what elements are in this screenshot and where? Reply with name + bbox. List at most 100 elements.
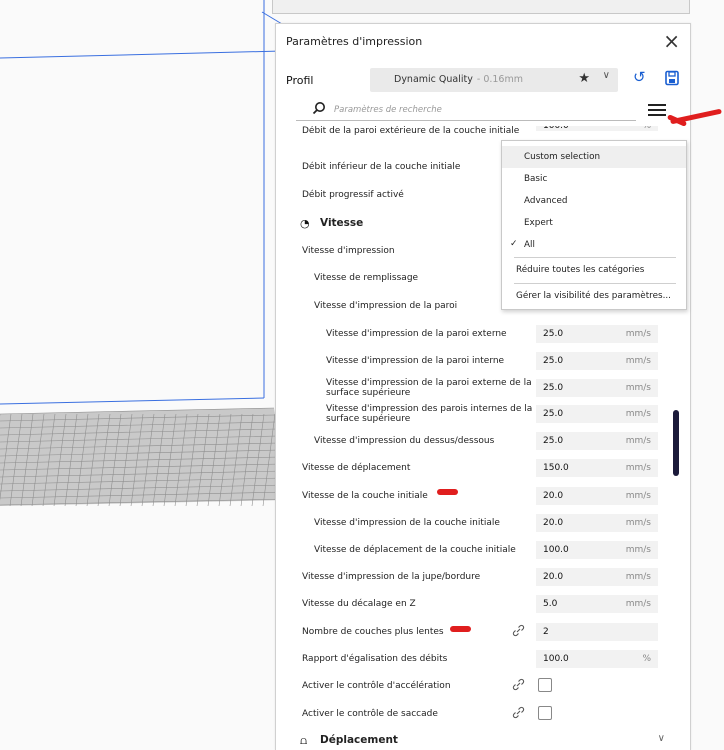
setting-label: Vitesse d'impression de la jupe/bordure: [302, 571, 481, 582]
dropdown-item-label: Gérer la visibilité des paramètres...: [516, 291, 671, 301]
setting-checkbox[interactable]: [538, 706, 552, 720]
setting-label: Vitesse d'impression de la paroi externe…: [326, 377, 532, 398]
setting-row[interactable]: Vitesse d'impression de la paroi externe…: [276, 374, 671, 401]
setting-row[interactable]: Vitesse d'impression des parois internes…: [276, 400, 671, 427]
setting-row[interactable]: Vitesse d'impression de la jupe/bordure 2…: [276, 563, 671, 590]
panel-title: Paramètres d'impression: [286, 35, 423, 48]
setting-row[interactable]: Vitesse d'impression de la paroi externe…: [276, 320, 671, 347]
setting-value-field[interactable]: 100.0%: [536, 650, 658, 668]
dropdown-item[interactable]: Advanced: [502, 190, 686, 212]
profile-name: Dynamic Quality - 0.16mm: [394, 74, 523, 85]
reset-icon[interactable]: ↺: [633, 68, 651, 88]
setting-unit: %: [642, 654, 651, 664]
save-icon[interactable]: [665, 70, 679, 86]
setting-label: Débit inférieur de la couche initiale: [302, 161, 461, 172]
dropdown-separator: [514, 257, 676, 258]
setting-value-field[interactable]: 100.0%: [536, 126, 658, 131]
setting-label: Vitesse de déplacement de la couche init…: [314, 544, 516, 555]
setting-label: Rapport d'égalisation des débits: [302, 653, 448, 664]
profile-select[interactable]: Dynamic Quality - 0.16mm ★ ∨: [370, 68, 618, 92]
setting-value: 20.0: [543, 572, 564, 582]
setting-value: 100.0: [543, 545, 569, 555]
setting-value: 20.0: [543, 518, 564, 528]
setting-row[interactable]: Vitesse d'impression du dessus/dessous 25…: [276, 427, 671, 454]
setting-row[interactable]: Activer le contrôle d'accélération: [276, 672, 671, 699]
setting-label: Vitesse d'impression des parois internes…: [326, 403, 533, 424]
setting-value: 25.0: [543, 409, 564, 419]
star-icon[interactable]: ★: [578, 71, 590, 86]
setting-unit: %: [642, 126, 651, 131]
link-icon: [512, 624, 525, 640]
setting-value-field[interactable]: 20.0 mm/s: [536, 487, 658, 505]
red-annotation-mark: [450, 626, 471, 632]
dropdown-item[interactable]: Basic: [502, 168, 686, 190]
setting-row[interactable]: Nombre de couches plus lentes 2: [276, 618, 671, 645]
setting-value: 100.0: [543, 654, 569, 664]
setting-value-field[interactable]: 25.0 mm/s: [536, 405, 658, 423]
setting-unit: mm/s: [625, 356, 651, 366]
setting-row[interactable]: Vitesse de déplacement de la couche init…: [276, 536, 671, 563]
setting-label: Vitesse du décalage en Z: [302, 598, 416, 609]
setting-value-field[interactable]: 20.0 mm/s: [536, 514, 658, 532]
setting-row[interactable]: Vitesse du décalage en Z 5.0 mm/s: [276, 590, 671, 617]
search-field[interactable]: Paramètres de recherche: [296, 99, 636, 121]
dropdown-item[interactable]: Expert: [502, 212, 686, 234]
setting-value-field[interactable]: 20.0 mm/s: [536, 568, 658, 586]
setting-unit: mm/s: [625, 383, 651, 393]
setting-unit: mm/s: [625, 572, 651, 582]
setting-label: Vitesse d'impression: [302, 245, 395, 256]
setting-label: Nombre de couches plus lentes: [302, 626, 444, 637]
search-input[interactable]: Paramètres de recherche: [334, 105, 442, 115]
dropdown-item[interactable]: ✓ All: [502, 234, 686, 256]
setting-label: Vitesse de déplacement: [302, 462, 411, 473]
setting-label: Vitesse de la couche initiale: [302, 490, 428, 501]
setting-value-field[interactable]: 100.0 mm/s: [536, 541, 658, 559]
top-toolbar-strip: [272, 0, 690, 14]
visibility-dropdown: Custom selection Basic Advanced Expert ✓ All R…: [501, 140, 687, 310]
setting-value-field[interactable]: 2: [536, 623, 658, 641]
setting-row[interactable]: Vitesse d'impression de la couche initia…: [276, 509, 671, 536]
print-settings-panel: Paramètres d'impression × Profil Dynamic…: [275, 23, 691, 750]
setting-unit: mm/s: [625, 329, 651, 339]
link-icon: [512, 678, 525, 694]
setting-row[interactable]: Rapport d'égalisation des débits 100.0%: [276, 645, 671, 672]
setting-value: 25.0: [543, 356, 564, 366]
setting-label: Activer le contrôle de saccade: [302, 708, 438, 719]
setting-value-field[interactable]: 25.0 mm/s: [536, 432, 658, 450]
setting-value-field[interactable]: 25.0 mm/s: [536, 379, 658, 397]
setting-checkbox[interactable]: [538, 678, 552, 692]
setting-value-field[interactable]: 25.0 mm/s: [536, 352, 658, 370]
settings-visibility-menu-button[interactable]: [647, 101, 667, 119]
dropdown-item-label: Réduire toutes les catégories: [516, 265, 645, 275]
setting-unit: mm/s: [625, 545, 651, 555]
setting-value: 25.0: [543, 436, 564, 446]
setting-label: Débit de la paroi extérieure de la couch…: [302, 126, 520, 136]
setting-value: 150.0: [543, 463, 569, 473]
close-icon[interactable]: ×: [663, 28, 680, 54]
setting-value-field[interactable]: 5.0 mm/s: [536, 595, 658, 613]
setting-value: 100.0: [543, 126, 569, 131]
setting-value-field[interactable]: 150.0 mm/s: [536, 459, 658, 477]
dropdown-item-label: All: [524, 240, 535, 250]
setting-row[interactable]: Vitesse de la couche initiale 20.0 mm/s: [276, 482, 671, 509]
travel-icon: ⩍: [300, 734, 308, 746]
checkmark-icon: ✓: [510, 239, 518, 249]
settings-category[interactable]: ⩍ Déplacement ∨: [276, 726, 671, 746]
dropdown-item[interactable]: Réduire toutes les catégories: [502, 259, 686, 281]
setting-row[interactable]: Activer le contrôle de saccade: [276, 700, 671, 727]
setting-unit: mm/s: [625, 409, 651, 419]
setting-label: Activer le contrôle d'accélération: [302, 680, 451, 691]
chevron-down-icon[interactable]: ∨: [603, 70, 610, 81]
settings-scrollbar[interactable]: [673, 410, 679, 476]
setting-row[interactable]: Vitesse d'impression de la paroi interne…: [276, 347, 671, 374]
setting-row[interactable]: Vitesse de déplacement 150.0 mm/s: [276, 454, 671, 481]
setting-unit: mm/s: [625, 436, 651, 446]
setting-value-field[interactable]: 25.0 mm/s: [536, 325, 658, 343]
dropdown-item-label: Custom selection: [524, 152, 601, 162]
setting-value: 2: [543, 627, 549, 637]
dropdown-item[interactable]: Gérer la visibilité des paramètres...: [502, 285, 686, 307]
setting-value: 5.0: [543, 599, 558, 609]
setting-value: 25.0: [543, 383, 564, 393]
dropdown-item[interactable]: Custom selection: [502, 146, 686, 168]
chevron-down-icon[interactable]: ∨: [658, 733, 665, 744]
